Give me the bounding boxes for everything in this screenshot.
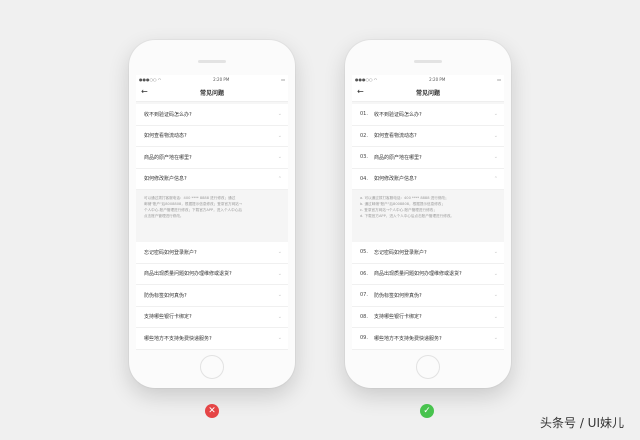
faq-number: 01. bbox=[360, 111, 368, 118]
faq-item[interactable]: 09. 哪些地方不支持免费快递服务? ⌄ bbox=[352, 328, 504, 350]
check-mark-icon: ✓ bbox=[420, 404, 434, 418]
faq-list-bottom: 05. 忘记密码如何登录账户? ⌄ 06. 商品出现质量问题如何办理维修或退货? ⌄ 0… bbox=[352, 242, 504, 350]
chevron-down-icon: ⌄ bbox=[493, 111, 498, 118]
phone-screen: ●●●○○ ◠ 2:20 PM ▭ ← 常见问题 收不到验证码怎么办? ⌄ 如何查… bbox=[136, 75, 288, 350]
faq-question: 收不到验证码怎么办? bbox=[144, 111, 192, 118]
chevron-down-icon: ⌄ bbox=[277, 111, 282, 118]
home-button[interactable] bbox=[416, 355, 440, 379]
faq-question: 防伪标签如何真伪? bbox=[144, 292, 187, 299]
signal-icon: ●●●○○ ◠ bbox=[355, 76, 378, 82]
faq-number: 05. bbox=[360, 249, 368, 256]
nav-bar: ← 常见问题 bbox=[352, 83, 504, 102]
faq-item[interactable]: 哪些地方不支持免费快递服务? ⌄ bbox=[136, 328, 288, 350]
chevron-down-icon: ⌄ bbox=[277, 132, 282, 139]
faq-item[interactable]: 05. 忘记密码如何登录账户? ⌄ bbox=[352, 242, 504, 264]
faq-question: 商品出现质量问题如何办理维修或退货? bbox=[144, 271, 232, 278]
faq-item[interactable]: 商品的原产地在哪里? ⌄ bbox=[136, 147, 288, 169]
chevron-down-icon: ⌄ bbox=[277, 270, 282, 277]
chevron-up-icon: ⌃ bbox=[277, 175, 282, 182]
faq-question: 支持哪些银行卡绑定? bbox=[144, 314, 192, 321]
answer-line: d. 下载官方APP，进入个人中心后点击账户管理进行修改。 bbox=[360, 214, 455, 218]
phone-mockup-correct: ●●●○○ ◠ 2:20 PM ▭ ← 常见问题 01. 收不到验证码怎么办? ⌄ … bbox=[345, 40, 511, 388]
phone-mockup-wrong: ●●●○○ ◠ 2:20 PM ▭ ← 常见问题 收不到验证码怎么办? ⌄ 如何查… bbox=[129, 40, 295, 388]
faq-question: 商品的原产地在哪里? bbox=[144, 154, 192, 161]
chevron-down-icon: ⌄ bbox=[493, 249, 498, 256]
chevron-down-icon: ⌄ bbox=[277, 335, 282, 342]
chevron-up-icon: ⌃ bbox=[493, 175, 498, 182]
back-arrow-icon[interactable]: ← bbox=[141, 87, 148, 96]
faq-item-expanded[interactable]: 如何修改账户信息? ⌃ bbox=[136, 169, 288, 190]
faq-item[interactable]: 01. 收不到验证码怎么办? ⌄ bbox=[352, 104, 504, 126]
status-bar: ●●●○○ ◠ 2:20 PM ▭ bbox=[352, 75, 504, 83]
battery-icon: ▭ bbox=[281, 76, 285, 82]
home-button[interactable] bbox=[200, 355, 224, 379]
page-title: 常见问题 bbox=[415, 89, 440, 97]
faq-list-top: 收不到验证码怎么办? ⌄ 如何查看物流动态? ⌄ 商品的原产地在哪里? ⌄ 如何修改账… bbox=[136, 104, 288, 190]
faq-item[interactable]: 如何查看物流动态? ⌄ bbox=[136, 126, 288, 147]
faq-item[interactable]: 02. 如何查看物流动态? ⌄ bbox=[352, 126, 504, 147]
faq-item[interactable]: 08. 支持哪些银行卡绑定? ⌄ bbox=[352, 307, 504, 328]
phone-screen: ●●●○○ ◠ 2:20 PM ▭ ← 常见问题 01. 收不到验证码怎么办? ⌄ … bbox=[352, 75, 504, 350]
faq-list-top: 01. 收不到验证码怎么办? ⌄ 02. 如何查看物流动态? ⌄ 03. 商品的原产地在哪… bbox=[352, 104, 504, 190]
faq-item[interactable]: 收不到验证码怎么办? ⌄ bbox=[136, 104, 288, 126]
chevron-down-icon: ⌄ bbox=[277, 154, 282, 161]
faq-question: 忘记密码如何登录账户? bbox=[144, 249, 197, 256]
faq-question: 如何查看物流动态? bbox=[144, 133, 187, 140]
faq-item[interactable]: 支持哪些银行卡绑定? ⌄ bbox=[136, 307, 288, 328]
chevron-down-icon: ⌄ bbox=[277, 313, 282, 320]
watermark: 头条号 / UI妹儿 bbox=[540, 416, 624, 430]
faq-question: 哪些地方不支持免费快递服务? bbox=[374, 335, 442, 342]
faq-item[interactable]: 03. 商品的原产地在哪里? ⌄ bbox=[352, 147, 504, 169]
faq-number: 09. bbox=[360, 335, 368, 342]
faq-number: 07. bbox=[360, 292, 368, 299]
faq-item[interactable]: 06. 商品出现质量问题如何办理维修或退货? ⌄ bbox=[352, 264, 504, 285]
faq-question: 防伪标签如何辨真伪? bbox=[374, 292, 422, 299]
faq-item[interactable]: 忘记密码如何登录账户? ⌄ bbox=[136, 242, 288, 264]
faq-question: 哪些地方不支持免费快递服务? bbox=[144, 335, 212, 342]
chevron-down-icon: ⌄ bbox=[493, 292, 498, 299]
faq-list-bottom: 忘记密码如何登录账户? ⌄ 商品出现质量问题如何办理维修或退货? ⌄ 防伪标签如何真… bbox=[136, 242, 288, 350]
chevron-down-icon: ⌄ bbox=[277, 249, 282, 256]
faq-answer: 可以通过拨打客服电话：400 **** 8888 进行修改；通过 邮储"账户"后… bbox=[136, 190, 288, 242]
back-arrow-icon[interactable]: ← bbox=[357, 87, 364, 96]
faq-question: 商品出现质量问题如何办理维修或退货? bbox=[374, 271, 462, 278]
faq-question: 如何修改账户信息? bbox=[374, 176, 417, 183]
faq-item-expanded[interactable]: 04. 如何修改账户信息? ⌃ bbox=[352, 169, 504, 190]
faq-question: 忘记密码如何登录账户? bbox=[374, 249, 427, 256]
signal-icon: ●●●○○ ◠ bbox=[139, 76, 162, 82]
answer-line: 点击账户管理进行修改。 bbox=[144, 214, 184, 218]
chevron-down-icon: ⌄ bbox=[493, 313, 498, 320]
faq-number: 06. bbox=[360, 270, 368, 277]
faq-number: 04. bbox=[360, 175, 368, 182]
chevron-down-icon: ⌄ bbox=[493, 270, 498, 277]
faq-answer: a. 可以通过拨打客服电话：400 **** 8888 进行修改； b. 通过邮… bbox=[352, 190, 504, 242]
wrong-mark-icon: ✕ bbox=[205, 404, 219, 418]
phone-speaker bbox=[198, 60, 226, 63]
phone-speaker bbox=[414, 60, 442, 63]
chevron-down-icon: ⌄ bbox=[493, 154, 498, 161]
faq-number: 08. bbox=[360, 313, 368, 320]
chevron-down-icon: ⌄ bbox=[493, 132, 498, 139]
page-title: 常见问题 bbox=[199, 89, 224, 97]
faq-item[interactable]: 防伪标签如何真伪? ⌄ bbox=[136, 285, 288, 307]
status-time: 2:20 PM bbox=[429, 76, 446, 82]
nav-bar: ← 常见问题 bbox=[136, 83, 288, 102]
chevron-down-icon: ⌄ bbox=[277, 292, 282, 299]
status-time: 2:20 PM bbox=[213, 76, 230, 82]
faq-question: 如何修改账户信息? bbox=[144, 176, 187, 183]
faq-number: 02. bbox=[360, 132, 368, 139]
faq-question: 支持哪些银行卡绑定? bbox=[374, 314, 422, 321]
faq-question: 收不到验证码怎么办? bbox=[374, 111, 422, 118]
battery-icon: ▭ bbox=[497, 76, 501, 82]
faq-item[interactable]: 07. 防伪标签如何辨真伪? ⌄ bbox=[352, 285, 504, 307]
chevron-down-icon: ⌄ bbox=[493, 335, 498, 342]
faq-item[interactable]: 商品出现质量问题如何办理维修或退货? ⌄ bbox=[136, 264, 288, 285]
faq-question: 商品的原产地在哪里? bbox=[374, 154, 422, 161]
faq-number: 03. bbox=[360, 154, 368, 161]
faq-question: 如何查看物流动态? bbox=[374, 133, 417, 140]
status-bar: ●●●○○ ◠ 2:20 PM ▭ bbox=[136, 75, 288, 83]
